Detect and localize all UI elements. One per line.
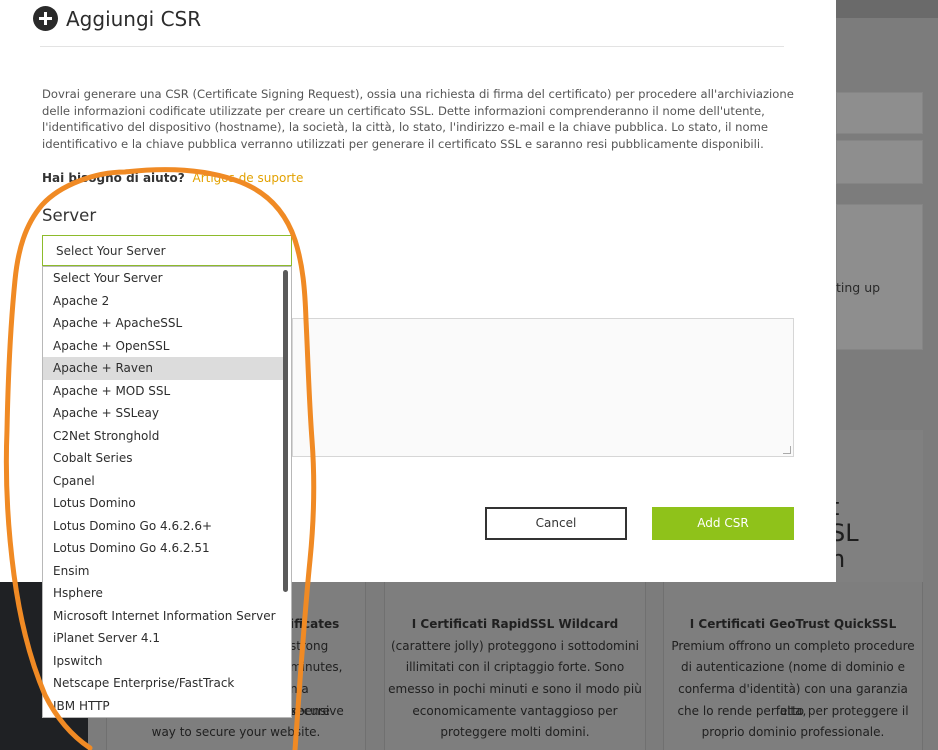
server-option[interactable]: Cpanel	[43, 470, 283, 493]
modal-header: Aggiungi CSR	[33, 6, 201, 31]
server-option[interactable]: Microsoft Internet Information Server	[43, 605, 283, 628]
support-articles-link[interactable]: Artigos de suporte	[192, 171, 303, 185]
server-option[interactable]: Lotus Domino Go 4.6.2.51	[43, 537, 283, 560]
background-panel	[836, 204, 923, 350]
server-option[interactable]: Ensim	[43, 560, 283, 583]
server-option[interactable]: C2Net Stronghold	[43, 425, 283, 448]
server-label: Server	[42, 206, 97, 225]
server-options-list[interactable]: Select Your Server Apache 2 Apache + Apach…	[42, 266, 292, 718]
card3-line: proprio dominio professionale.	[701, 725, 885, 739]
modal-title: Aggiungi CSR	[66, 6, 202, 31]
server-select[interactable]: Select Your Server	[42, 235, 292, 266]
background-top-strip	[836, 0, 938, 18]
card2-line: proteggere molti domini.	[440, 725, 590, 739]
background-card	[836, 430, 923, 600]
server-option[interactable]: Apache 2	[43, 290, 283, 313]
server-option[interactable]: Netscape Enterprise/FastTrack	[43, 672, 283, 695]
card3-title: I Certificati GeoTrust QuickSSL	[689, 617, 897, 631]
server-option[interactable]: Select Your Server	[43, 267, 283, 290]
server-option[interactable]: Ipswitch	[43, 650, 283, 673]
server-option[interactable]: Hsphere	[43, 582, 283, 605]
card3-line: che lo rende perfetto per proteggere il	[677, 704, 909, 718]
csr-textarea[interactable]	[292, 318, 794, 457]
card2-line: illimitati con il criptaggio forte. Sono	[405, 660, 625, 674]
background-snippet: ting up	[836, 280, 881, 295]
modal-description: Dovrai generare una CSR (Certificate Sig…	[42, 87, 794, 151]
background-panel	[836, 140, 923, 184]
card2-line: economicamente vantaggioso per	[412, 704, 618, 718]
card1-line: xpensive	[290, 704, 344, 718]
server-option[interactable]: Apache + ApacheSSL	[43, 312, 283, 335]
background-panel	[836, 92, 923, 134]
header-divider	[40, 46, 784, 47]
card2-line: emesso in pochi minuti e sono il modo pi…	[388, 682, 642, 696]
add-csr-button[interactable]: Add CSR	[652, 507, 794, 540]
card1-line: ificates	[290, 617, 340, 631]
card1-line: way to secure your website.	[151, 725, 321, 739]
card1-line: strong	[290, 639, 329, 653]
resize-handle-icon[interactable]	[783, 446, 791, 454]
card1-line: minutes,	[290, 660, 343, 674]
server-option[interactable]: iPlanet Server 4.1	[43, 627, 283, 650]
plus-circle-icon	[33, 6, 58, 31]
server-option[interactable]: Apache + Raven	[43, 357, 283, 380]
help-label: Hai bisogno di aiuto?	[42, 171, 185, 185]
help-row: Hai bisogno di aiuto? Artigos de suporte	[42, 171, 303, 185]
server-option[interactable]: Apache + MOD SSL	[43, 380, 283, 403]
card3-line: Premium offrono un completo procedure	[671, 639, 915, 653]
cancel-button[interactable]: Cancel	[485, 507, 627, 540]
server-option[interactable]: Lotus Domino	[43, 492, 283, 515]
card2-line: (carattere jolly) proteggono i sottodomi…	[391, 639, 639, 653]
server-option[interactable]: Cobalt Series	[43, 447, 283, 470]
dropdown-scrollbar[interactable]	[283, 270, 288, 592]
server-option[interactable]: Lotus Domino Go 4.6.2.6+	[43, 515, 283, 538]
card2-title: I Certificati RapidSSL Wildcard	[411, 617, 619, 631]
server-option[interactable]: Apache + OpenSSL	[43, 335, 283, 358]
card3-line: di autenticazione (nome di dominio e	[681, 660, 905, 674]
server-option[interactable]: IBM HTTP	[43, 695, 283, 718]
server-option[interactable]: Apache + SSLeay	[43, 402, 283, 425]
